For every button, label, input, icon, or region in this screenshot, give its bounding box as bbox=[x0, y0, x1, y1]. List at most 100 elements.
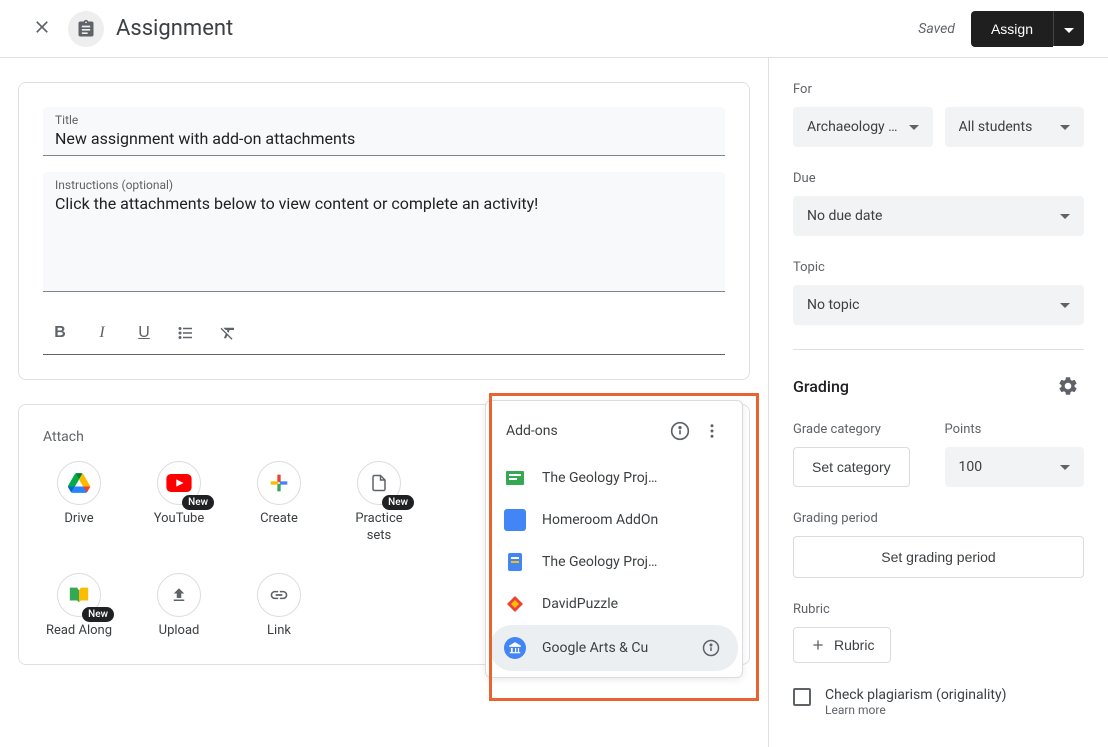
grade-category-button[interactable]: Set category bbox=[793, 447, 910, 487]
read-along-icon bbox=[68, 585, 90, 605]
italic-icon: I bbox=[99, 324, 104, 342]
addons-list[interactable]: The Geology Proj… Homeroom AddOn The Geo… bbox=[486, 457, 742, 677]
attach-link[interactable]: Link bbox=[243, 573, 315, 640]
due-value: No due date bbox=[807, 208, 882, 224]
attach-upload[interactable]: Upload bbox=[143, 573, 215, 640]
points-label: Points bbox=[945, 422, 1085, 437]
students-select[interactable]: All students bbox=[945, 107, 1085, 147]
assign-dropdown-button[interactable] bbox=[1053, 11, 1084, 46]
addons-info-button[interactable] bbox=[664, 415, 696, 447]
addon-icon bbox=[505, 594, 525, 614]
students-value: All students bbox=[959, 119, 1033, 135]
addon-name: Homeroom AddOn bbox=[542, 512, 724, 528]
addon-info-button[interactable] bbox=[698, 635, 724, 661]
addon-name: DavidPuzzle bbox=[542, 596, 724, 612]
title-value: New assignment with add-on attachments bbox=[55, 129, 713, 151]
addon-icon bbox=[506, 469, 524, 487]
rubric-button[interactable]: Rubric bbox=[793, 627, 891, 663]
for-label: For bbox=[793, 82, 1084, 97]
class-select[interactable]: Archaeology … bbox=[793, 107, 933, 147]
instructions-value: Click the attachments below to view cont… bbox=[55, 194, 713, 216]
chevron-down-icon bbox=[1060, 214, 1070, 219]
sidebar: For Archaeology … All students Due No du… bbox=[768, 58, 1108, 747]
attach-read-along[interactable]: New Read Along bbox=[43, 573, 115, 640]
attach-label: Create bbox=[260, 511, 298, 528]
topic-select[interactable]: No topic bbox=[793, 285, 1084, 325]
assignment-type-icon bbox=[68, 11, 104, 47]
chevron-down-icon bbox=[1060, 125, 1070, 130]
attach-drive[interactable]: Drive bbox=[43, 461, 115, 545]
plagiarism-row[interactable]: Check plagiarism (originality) Learn mor… bbox=[793, 687, 1084, 717]
more-vertical-icon bbox=[703, 422, 721, 440]
chevron-down-icon bbox=[909, 125, 919, 130]
document-icon bbox=[370, 472, 388, 494]
info-icon bbox=[702, 639, 720, 657]
details-card: Title New assignment with add-on attachm… bbox=[18, 82, 750, 380]
addon-row[interactable]: Google Arts & Cu bbox=[490, 625, 738, 671]
close-button[interactable] bbox=[24, 9, 60, 48]
plus-icon bbox=[269, 473, 289, 493]
grading-period-label: Grading period bbox=[793, 511, 1084, 526]
info-icon bbox=[670, 421, 690, 441]
text-format-toolbar: B I U bbox=[43, 308, 725, 355]
due-select[interactable]: No due date bbox=[793, 196, 1084, 236]
title-label: Title bbox=[55, 113, 713, 127]
addon-row[interactable]: The Geology Proj… bbox=[490, 541, 738, 583]
new-badge: New bbox=[182, 495, 214, 510]
addon-name: The Geology Proj… bbox=[542, 554, 724, 570]
bold-icon: B bbox=[54, 324, 66, 342]
chevron-down-icon bbox=[1064, 28, 1074, 33]
points-value: 100 bbox=[959, 459, 983, 475]
app-header: Assignment Saved Assign bbox=[0, 0, 1108, 58]
attach-create[interactable]: Create bbox=[243, 461, 315, 545]
due-label: Due bbox=[793, 171, 1084, 186]
addon-row[interactable]: Homeroom AddOn bbox=[490, 499, 738, 541]
clear-format-button[interactable] bbox=[211, 316, 245, 350]
assign-button[interactable]: Assign bbox=[971, 11, 1053, 47]
divider bbox=[793, 349, 1084, 350]
underline-icon: U bbox=[138, 324, 150, 342]
chevron-down-icon bbox=[1060, 465, 1070, 470]
chevron-down-icon bbox=[1060, 303, 1070, 308]
clear-format-icon bbox=[219, 324, 237, 342]
title-field[interactable]: Title New assignment with add-on attachm… bbox=[43, 107, 725, 156]
addon-name: The Geology Proj… bbox=[542, 470, 724, 486]
youtube-icon bbox=[166, 474, 192, 492]
attach-youtube[interactable]: New YouTube bbox=[143, 461, 215, 545]
addon-icon bbox=[504, 509, 526, 531]
addons-panel: Add-ons The Geology Proj… Hom bbox=[485, 400, 743, 678]
link-icon bbox=[269, 585, 289, 605]
page-title: Assignment bbox=[116, 16, 918, 41]
grading-period-button[interactable]: Set grading period bbox=[793, 536, 1084, 578]
content-column: Title New assignment with add-on attachm… bbox=[0, 58, 768, 747]
attach-label: Upload bbox=[159, 623, 200, 640]
bullet-list-button[interactable] bbox=[169, 316, 203, 350]
attach-label: Drive bbox=[64, 511, 93, 528]
attach-card: Attach Drive New YouTube bbox=[18, 404, 750, 665]
instructions-field[interactable]: Instructions (optional) Click the attach… bbox=[43, 172, 725, 292]
italic-button[interactable]: I bbox=[85, 316, 119, 350]
plagiarism-label: Check plagiarism (originality) bbox=[825, 687, 1006, 703]
addons-more-button[interactable] bbox=[696, 415, 728, 447]
grading-settings-button[interactable] bbox=[1052, 370, 1084, 402]
underline-button[interactable]: U bbox=[127, 316, 161, 350]
list-icon bbox=[177, 324, 195, 342]
bold-button[interactable]: B bbox=[43, 316, 77, 350]
close-icon bbox=[32, 17, 52, 37]
rubric-label: Rubric bbox=[793, 602, 1084, 617]
museum-icon bbox=[508, 641, 522, 655]
topic-value: No topic bbox=[807, 297, 859, 313]
addon-row[interactable]: DavidPuzzle bbox=[490, 583, 738, 625]
plagiarism-checkbox[interactable] bbox=[793, 688, 811, 706]
attach-practice-sets[interactable]: New Practice sets bbox=[343, 461, 415, 545]
plagiarism-learn-more[interactable]: Learn more bbox=[825, 703, 1006, 717]
points-select[interactable]: 100 bbox=[945, 447, 1085, 487]
attach-label: YouTube bbox=[154, 511, 205, 528]
attach-label: Read Along bbox=[46, 623, 112, 640]
topic-label: Topic bbox=[793, 260, 1084, 275]
addons-title: Add-ons bbox=[506, 423, 664, 439]
addon-row[interactable]: The Geology Proj… bbox=[490, 457, 738, 499]
main-layout: Title New assignment with add-on attachm… bbox=[0, 58, 1108, 747]
addon-name: Google Arts & Cu bbox=[542, 640, 682, 656]
upload-icon bbox=[170, 586, 188, 604]
